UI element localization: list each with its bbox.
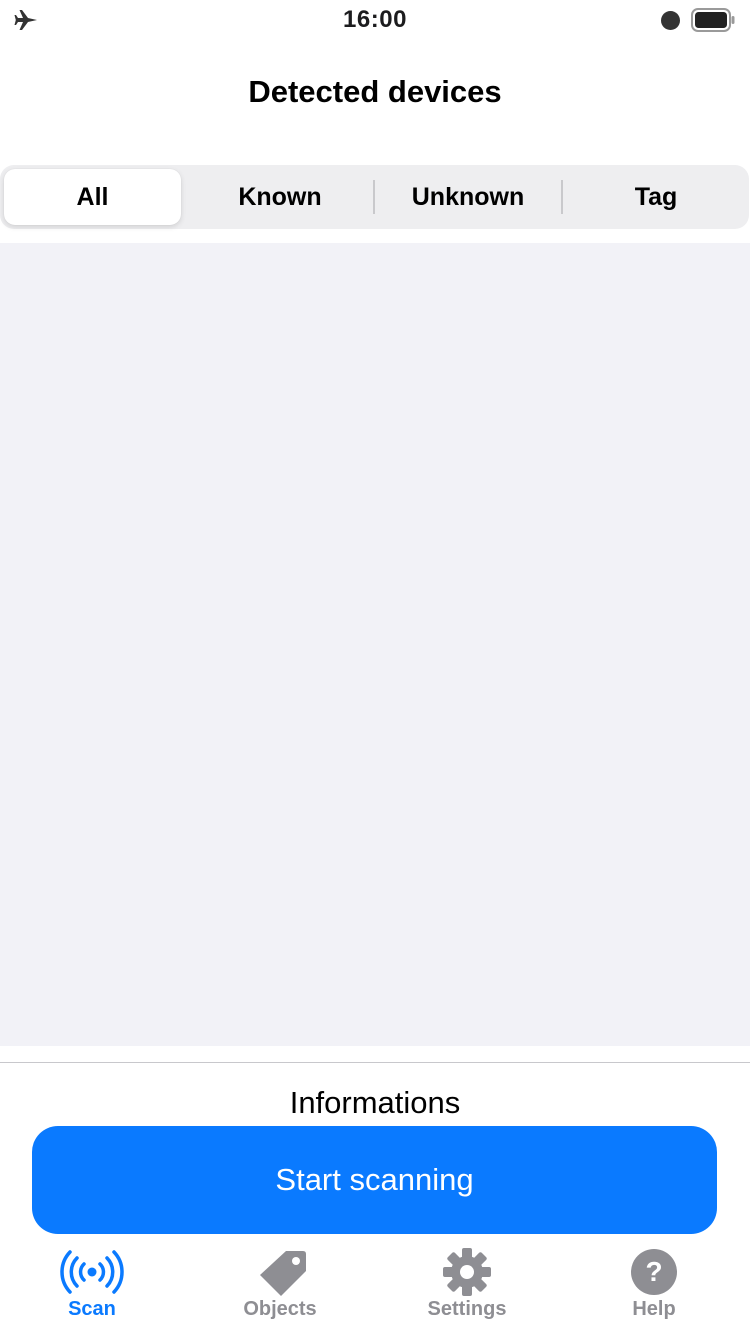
segment-unknown[interactable]: Unknown <box>375 169 561 225</box>
device-list[interactable] <box>0 243 750 1046</box>
tab-settings-label: Settings <box>427 1298 507 1320</box>
svg-text:?: ? <box>645 1256 662 1287</box>
tab-objects[interactable]: Objects <box>205 1244 355 1334</box>
tab-objects-label: Objects <box>243 1298 317 1320</box>
informations-heading: Informations <box>289 1085 461 1120</box>
tab-help-label: Help <box>632 1298 676 1320</box>
segment-divider <box>561 180 563 214</box>
orientation-lock-icon <box>661 11 680 30</box>
divider <box>0 1062 750 1063</box>
start-scanning-button[interactable]: Start scanning <box>32 1126 717 1234</box>
scan-waves-icon <box>60 1250 124 1294</box>
tab-scan[interactable]: Scan <box>17 1244 167 1334</box>
segment-tag[interactable]: Tag <box>563 169 749 225</box>
tab-help[interactable]: ? Help <box>579 1244 729 1334</box>
battery-icon <box>691 8 735 32</box>
page-title: Detected devices <box>248 74 502 109</box>
gear-icon <box>443 1248 491 1296</box>
tab-settings[interactable]: Settings <box>392 1244 542 1334</box>
segment-divider <box>373 180 375 214</box>
tab-scan-label: Scan <box>68 1298 116 1320</box>
segment-known[interactable]: Known <box>187 169 373 225</box>
status-bar: 16:00 <box>0 0 750 40</box>
segment-all[interactable]: All <box>4 169 181 225</box>
status-time: 16:00 <box>343 6 407 33</box>
screen: 16:00 Detected devices All Known Unknown… <box>0 0 750 1334</box>
tag-icon <box>260 1251 306 1296</box>
question-icon: ? <box>631 1249 677 1295</box>
